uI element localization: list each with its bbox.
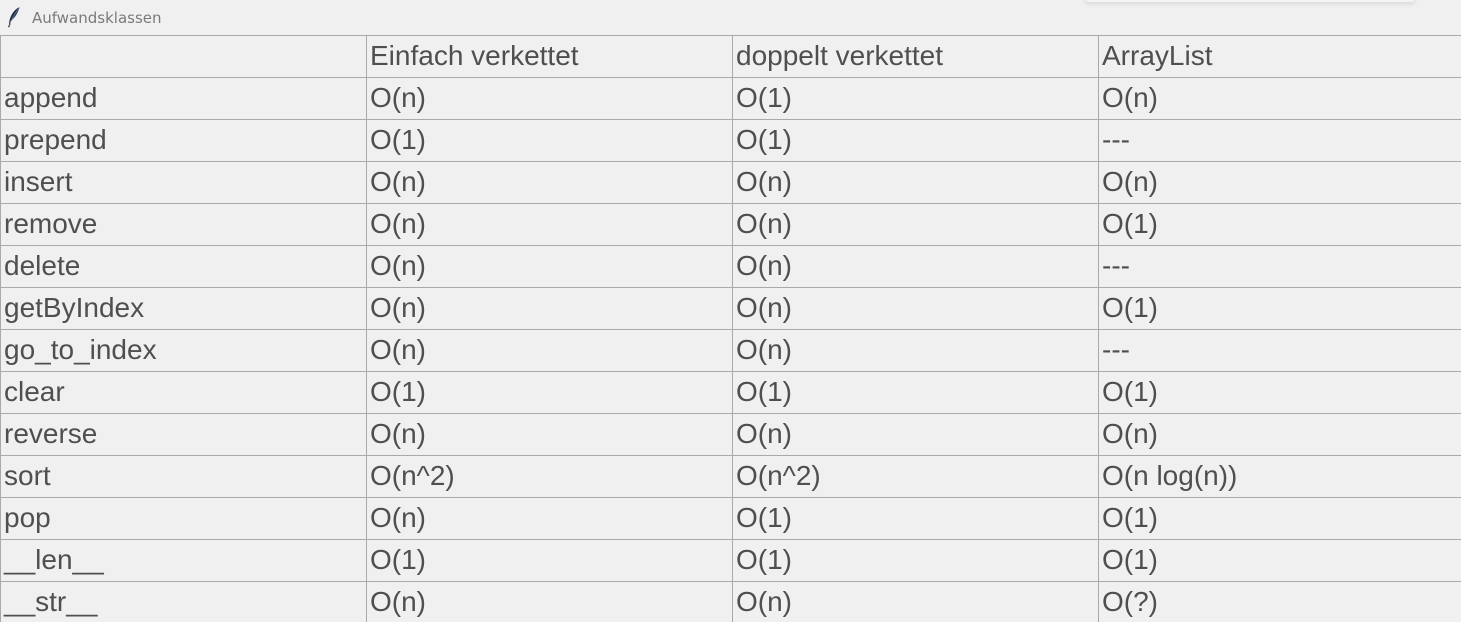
app-window: Aufwandsklassen Einfach verkettet doppelt… — [0, 0, 1461, 622]
title-bar-shadow — [1085, 0, 1415, 2]
cell-arraylist: O(1) — [1098, 203, 1461, 245]
cell-singly-linked: O(n) — [366, 581, 732, 622]
cell-singly-linked: O(n) — [366, 497, 732, 539]
cell-doubly-linked: O(1) — [732, 539, 1098, 581]
row-label: append — [0, 77, 366, 119]
cell-doubly-linked: O(n) — [732, 161, 1098, 203]
row-label: __str__ — [0, 581, 366, 622]
row-label: reverse — [0, 413, 366, 455]
cell-arraylist: O(n) — [1098, 77, 1461, 119]
cell-doubly-linked: O(n) — [732, 413, 1098, 455]
cell-doubly-linked: O(n) — [732, 203, 1098, 245]
feather-icon — [8, 7, 20, 28]
cell-arraylist: --- — [1098, 245, 1461, 287]
row-label: clear — [0, 371, 366, 413]
cell-singly-linked: O(n) — [366, 245, 732, 287]
cell-doubly-linked: O(1) — [732, 371, 1098, 413]
cell-singly-linked: O(n^2) — [366, 455, 732, 497]
cell-arraylist: O(n log(n)) — [1098, 455, 1461, 497]
cell-singly-linked: O(n) — [366, 329, 732, 371]
cell-arraylist: O(?) — [1098, 581, 1461, 622]
cell-doubly-linked: O(1) — [732, 497, 1098, 539]
cell-arraylist: O(1) — [1098, 497, 1461, 539]
cell-singly-linked: O(n) — [366, 77, 732, 119]
cell-arraylist: O(n) — [1098, 413, 1461, 455]
cell-doubly-linked: O(n) — [732, 287, 1098, 329]
title-bar[interactable]: Aufwandsklassen — [0, 0, 1461, 34]
row-label: pop — [0, 497, 366, 539]
header-cell-doubly-linked: doppelt verkettet — [732, 35, 1098, 77]
row-label: prepend — [0, 119, 366, 161]
cell-arraylist: O(n) — [1098, 161, 1461, 203]
cell-doubly-linked: O(n^2) — [732, 455, 1098, 497]
window-title: Aufwandsklassen — [32, 9, 162, 27]
header-cell-singly-linked: Einfach verkettet — [366, 35, 732, 77]
row-label: delete — [0, 245, 366, 287]
cell-doubly-linked: O(1) — [732, 77, 1098, 119]
cell-arraylist: O(1) — [1098, 287, 1461, 329]
cell-singly-linked: O(n) — [366, 161, 732, 203]
row-label: getByIndex — [0, 287, 366, 329]
cell-doubly-linked: O(n) — [732, 329, 1098, 371]
header-cell-method — [0, 35, 366, 77]
row-label: go_to_index — [0, 329, 366, 371]
cell-singly-linked: O(n) — [366, 287, 732, 329]
cell-doubly-linked: O(n) — [732, 581, 1098, 622]
header-cell-arraylist: ArrayList — [1098, 35, 1461, 77]
row-label: remove — [0, 203, 366, 245]
complexity-table: Einfach verkettet doppelt verkettet ArrayL… — [0, 35, 1461, 622]
row-label: insert — [0, 161, 366, 203]
cell-doubly-linked: O(1) — [732, 119, 1098, 161]
cell-arraylist: O(1) — [1098, 539, 1461, 581]
cell-singly-linked: O(n) — [366, 203, 732, 245]
cell-arraylist: --- — [1098, 119, 1461, 161]
cell-singly-linked: O(1) — [366, 371, 732, 413]
cell-singly-linked: O(1) — [366, 539, 732, 581]
cell-singly-linked: O(n) — [366, 413, 732, 455]
cell-arraylist: --- — [1098, 329, 1461, 371]
row-label: sort — [0, 455, 366, 497]
cell-doubly-linked: O(n) — [732, 245, 1098, 287]
row-label: __len__ — [0, 539, 366, 581]
cell-singly-linked: O(1) — [366, 119, 732, 161]
cell-arraylist: O(1) — [1098, 371, 1461, 413]
